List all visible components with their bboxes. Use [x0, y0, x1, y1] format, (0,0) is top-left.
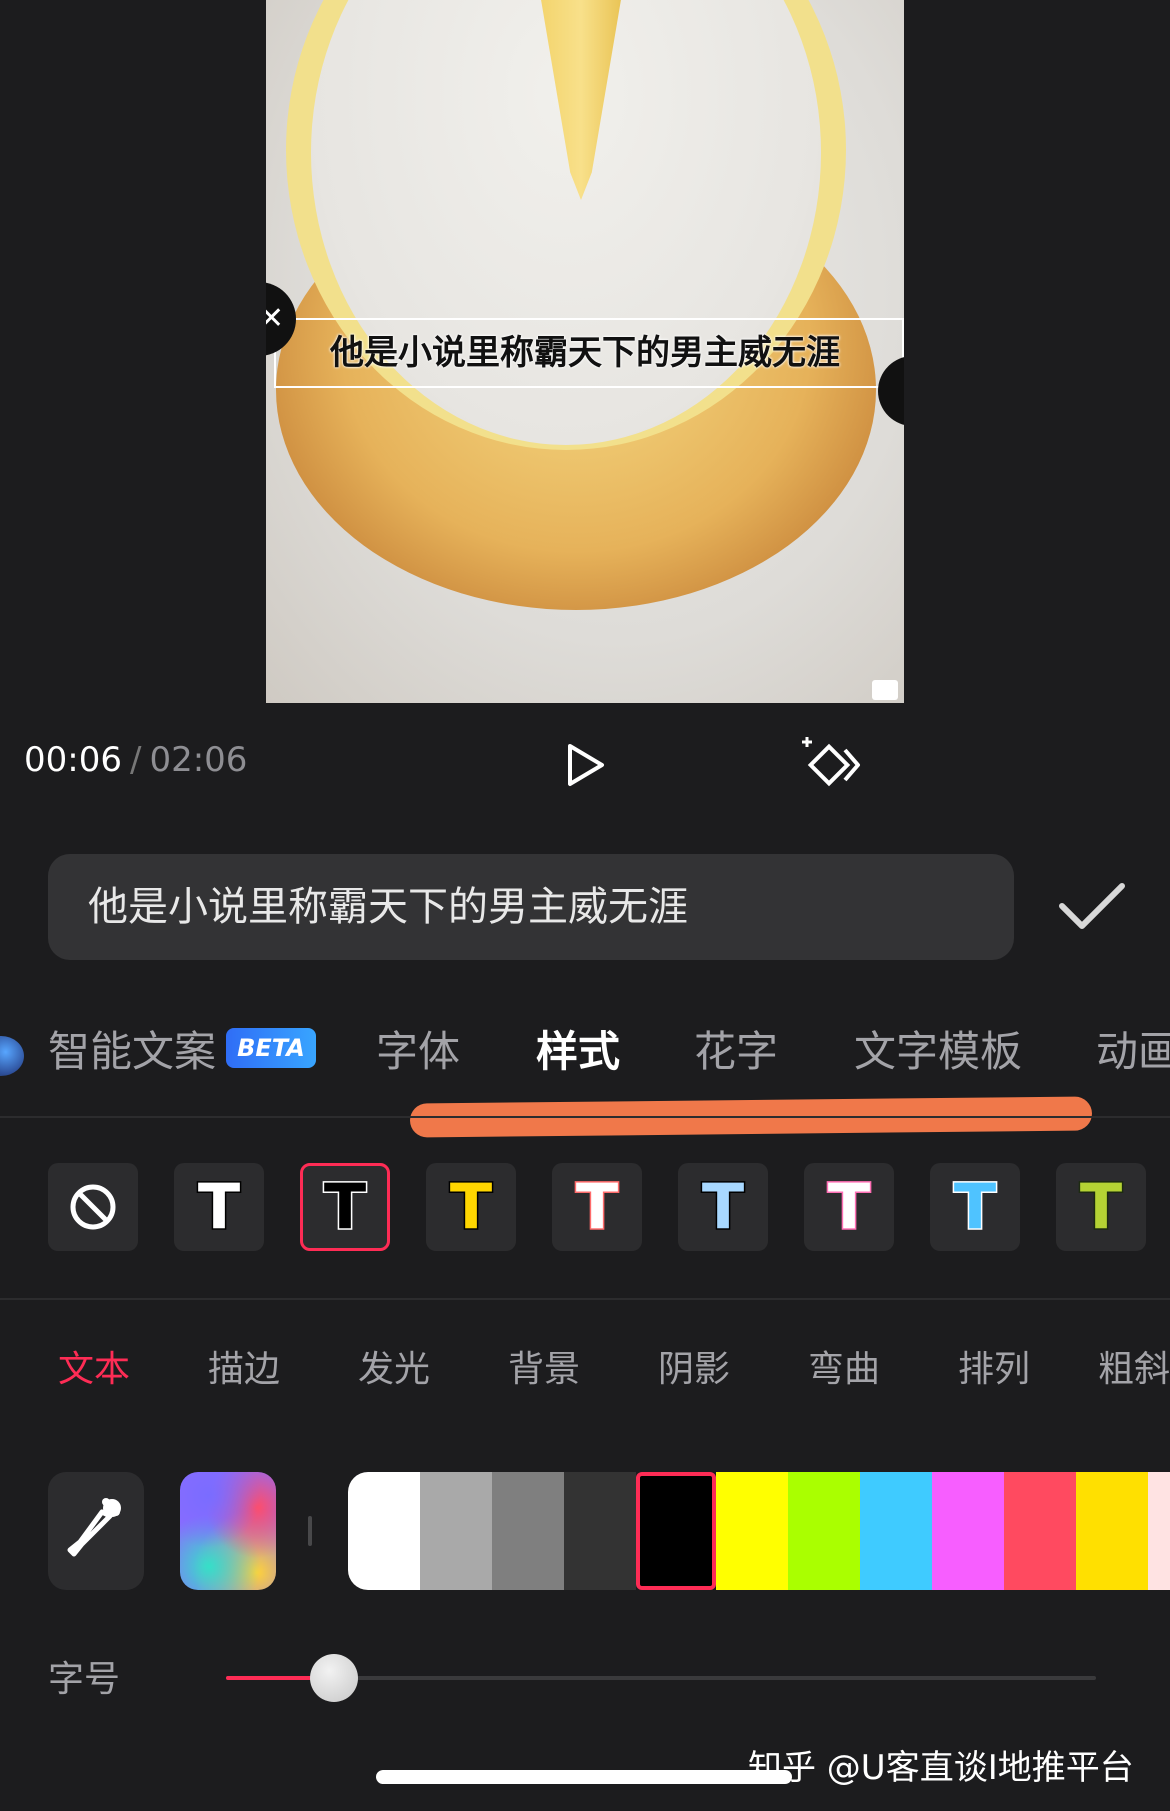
subtab-shadow[interactable]: 阴影 — [658, 1340, 730, 1400]
tab-fancy-text[interactable]: 花字 — [694, 1010, 778, 1094]
subtab-text[interactable]: 文本 — [58, 1340, 130, 1400]
style-preset-1[interactable]: T — [174, 1163, 264, 1251]
color-swatch[interactable] — [1004, 1472, 1076, 1590]
confirm-check-icon[interactable] — [1056, 876, 1128, 936]
style-preset-glyph: T — [196, 1170, 241, 1243]
style-preset-glyph: T — [322, 1170, 367, 1243]
subtab-arrange[interactable]: 排列 — [958, 1340, 1030, 1400]
subtab-background[interactable]: 背景 — [508, 1340, 580, 1400]
home-indicator[interactable] — [376, 1770, 792, 1784]
color-swatch[interactable] — [788, 1472, 860, 1590]
subtab-stroke[interactable]: 描边 — [208, 1340, 280, 1400]
no-style-icon — [70, 1184, 116, 1230]
time-separator: / — [129, 740, 142, 780]
color-swatch[interactable] — [348, 1472, 420, 1590]
color-swatch[interactable] — [860, 1472, 932, 1590]
color-swatch[interactable] — [1076, 1472, 1148, 1590]
style-preset-3[interactable]: T — [426, 1163, 516, 1251]
style-preset-glyph: T — [1078, 1170, 1123, 1243]
font-size-slider-thumb[interactable] — [310, 1654, 358, 1702]
style-preset-8[interactable]: T — [1056, 1163, 1146, 1251]
style-preset-4[interactable]: T — [552, 1163, 642, 1251]
eyedropper-icon[interactable] — [48, 1472, 144, 1590]
font-size-label: 字号 — [48, 1659, 121, 1700]
color-swatch[interactable] — [636, 1472, 716, 1590]
keyframe-add-icon[interactable] — [798, 734, 866, 794]
style-preset-none[interactable] — [48, 1163, 138, 1251]
smart-copy-icon — [0, 1036, 24, 1076]
caption-text[interactable]: 他是小说里称霸天下的男主威无涯 — [266, 318, 904, 388]
video-preview[interactable]: 他是小说里称霸天下的男主威无涯 ✕ — [266, 0, 904, 703]
color-swatch[interactable] — [1148, 1472, 1170, 1590]
style-preset-glyph: T — [826, 1170, 871, 1243]
style-preset-6[interactable]: T — [804, 1163, 894, 1251]
color-swatch[interactable] — [492, 1472, 564, 1590]
divider — [0, 1116, 1170, 1118]
color-swatch[interactable] — [932, 1472, 1004, 1590]
subtab-glow[interactable]: 发光 — [358, 1340, 430, 1400]
color-swatch[interactable] — [716, 1472, 788, 1590]
tab-text-template[interactable]: 文字模板 — [854, 1010, 1022, 1094]
palette-separator — [308, 1516, 312, 1546]
play-icon[interactable] — [560, 740, 610, 790]
style-preset-glyph: T — [700, 1170, 745, 1243]
color-swatch[interactable] — [564, 1472, 636, 1590]
style-preset-glyph: T — [448, 1170, 493, 1243]
tab-animation[interactable]: 动画 — [1096, 1010, 1170, 1094]
total-time: 02:06 — [149, 740, 248, 780]
style-preset-glyph: T — [574, 1170, 619, 1243]
style-preset-5[interactable]: T — [678, 1163, 768, 1251]
tab-font[interactable]: 字体 — [376, 1010, 460, 1094]
caption-text-input[interactable]: 他是小说里称霸天下的男主威无涯 — [48, 854, 1014, 960]
beta-badge: BETA — [226, 1028, 316, 1068]
watermark-text: 知乎 @U客直谈I地推平台 — [748, 1748, 1134, 1788]
color-swatch[interactable] — [420, 1472, 492, 1590]
subtab-bold-italic[interactable]: 粗斜 — [1098, 1340, 1170, 1400]
subtab-curve[interactable]: 弯曲 — [808, 1340, 880, 1400]
tab-smart-copy[interactable]: 智能文案 — [48, 1010, 216, 1094]
video-corner-mark — [872, 680, 898, 700]
custom-color-gradient-swatch[interactable] — [180, 1472, 276, 1590]
tab-style[interactable]: 样式 — [536, 1010, 620, 1094]
color-palette[interactable] — [348, 1472, 1170, 1590]
time-display: 00:06/02:06 — [24, 740, 247, 780]
style-preset-7[interactable]: T — [930, 1163, 1020, 1251]
editor-tabs: 智能文案 字体 样式 花字 文字模板 动画 — [0, 1010, 1170, 1094]
style-preset-glyph: T — [952, 1170, 997, 1243]
style-preset-2[interactable]: T — [300, 1163, 390, 1251]
current-time: 00:06 — [24, 740, 122, 780]
divider — [0, 1298, 1170, 1300]
